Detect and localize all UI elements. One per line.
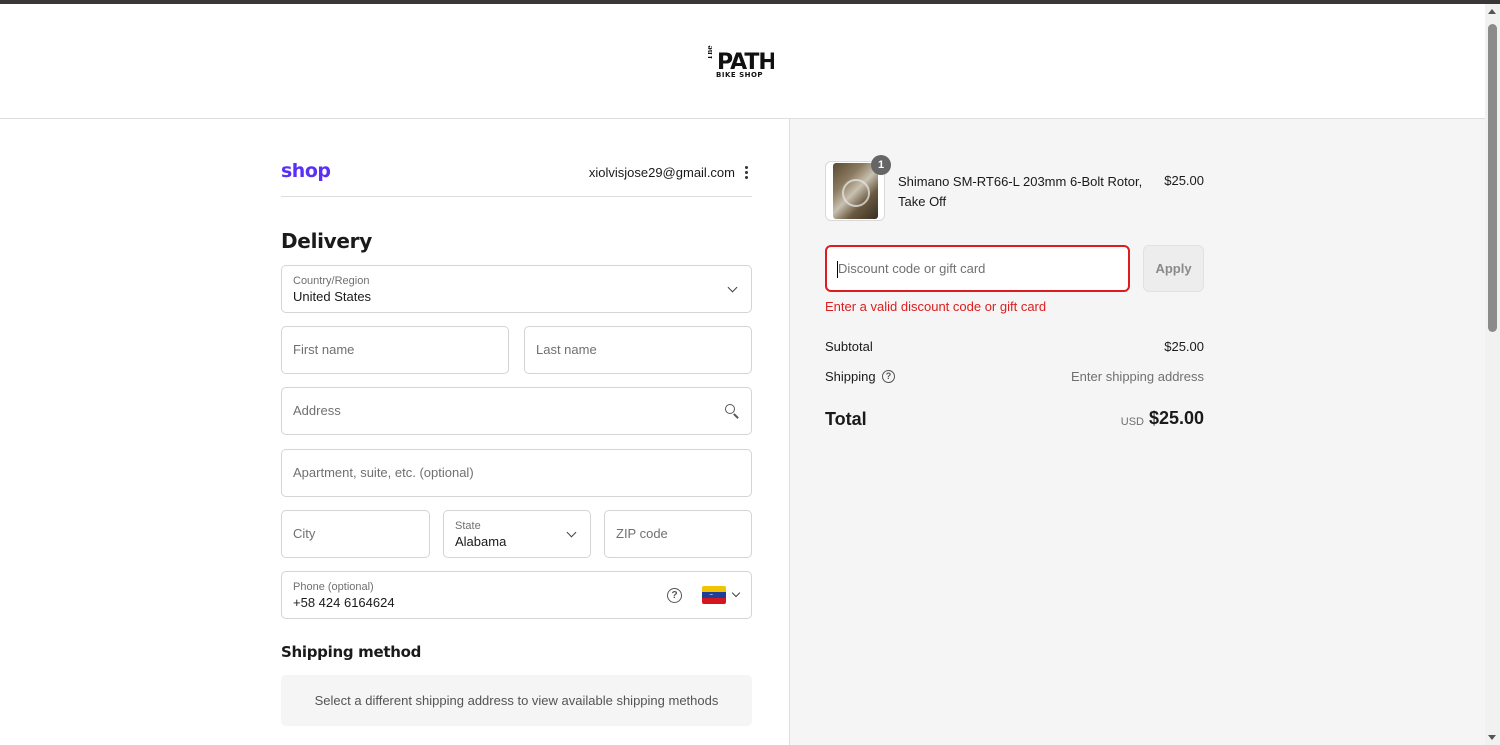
discount-placeholder: Discount code or gift card	[838, 261, 986, 276]
venezuela-flag-icon[interactable]: ·····	[702, 586, 726, 604]
scroll-down-arrow-icon[interactable]	[1488, 735, 1496, 740]
state-label: State	[455, 520, 481, 532]
discount-code-input[interactable]: Discount code or gift card	[825, 245, 1130, 292]
svg-text:BIKE SHOP: BIKE SHOP	[716, 71, 763, 79]
shop-pay-logo: shop	[281, 160, 331, 182]
help-icon[interactable]: ?	[667, 588, 682, 603]
country-value: United States	[293, 289, 372, 304]
text-caret	[837, 261, 838, 278]
discount-error-message: Enter a valid discount code or gift card	[825, 299, 1047, 314]
country-label: Country/Region	[293, 275, 370, 287]
country-code-chevron-icon[interactable]	[731, 588, 741, 598]
quantity-badge: 1	[871, 155, 891, 175]
state-select[interactable]: State Alabama	[443, 510, 591, 558]
svg-text:The: The	[708, 45, 714, 60]
account-email: xiolvisjose29@gmail.com	[588, 165, 735, 180]
chevron-down-icon	[566, 527, 577, 538]
account-divider	[281, 196, 752, 197]
shipping-method-notice: Select a different shipping address to v…	[281, 675, 752, 726]
subtotal-value: $25.00	[1164, 339, 1204, 354]
address-placeholder: Address	[293, 403, 341, 418]
last-name-field[interactable]: Last name	[524, 326, 752, 374]
city-placeholder: City	[293, 526, 316, 541]
first-name-placeholder: First name	[293, 342, 355, 357]
product-name: Shimano SM-RT66-L 203mm 6-Bolt Rotor, Ta…	[898, 174, 1143, 209]
last-name-placeholder: Last name	[536, 342, 597, 357]
zip-code-placeholder: ZIP code	[616, 526, 668, 541]
the-path-bike-shop-logo[interactable]: The PATH BIKE SHOP	[708, 42, 774, 80]
scrollbar-thumb[interactable]	[1488, 24, 1497, 332]
order-summary-panel	[789, 119, 1485, 745]
state-value: Alabama	[455, 534, 507, 549]
total-label: Total	[825, 409, 867, 429]
phone-field[interactable]: Phone (optional) +58 424 6164624 ? ·····	[281, 571, 752, 619]
apartment-placeholder: Apartment, suite, etc. (optional)	[293, 465, 474, 480]
account-menu-icon[interactable]	[741, 166, 751, 182]
shipping-help-icon[interactable]: ?	[882, 370, 895, 383]
phone-label: Phone (optional)	[293, 581, 374, 593]
scroll-up-arrow-icon[interactable]	[1488, 9, 1496, 14]
product-image	[833, 163, 878, 219]
checkout-header: The PATH BIKE SHOP	[0, 4, 1485, 119]
product-price: $25.00	[1164, 173, 1204, 188]
shipping-method-title: Shipping method	[281, 643, 422, 661]
address-field[interactable]: Address	[281, 387, 752, 435]
page-scrollbar[interactable]	[1485, 4, 1500, 745]
shipping-label: Shipping	[825, 369, 876, 384]
phone-value: +58 424 6164624	[293, 595, 395, 610]
city-field[interactable]: City	[281, 510, 430, 558]
apply-discount-button[interactable]: Apply	[1143, 245, 1204, 292]
total-currency: USD	[1120, 416, 1144, 428]
zip-code-field[interactable]: ZIP code	[604, 510, 752, 558]
country-select[interactable]: Country/Region United States	[281, 265, 752, 313]
search-icon	[725, 404, 739, 419]
subtotal-label: Subtotal	[825, 339, 873, 354]
apartment-field[interactable]: Apartment, suite, etc. (optional)	[281, 449, 752, 497]
chevron-down-icon	[727, 282, 738, 293]
delivery-title: Delivery	[281, 229, 372, 253]
shipping-value: Enter shipping address	[1071, 369, 1204, 384]
total-value: $25.00	[1148, 408, 1204, 428]
first-name-field[interactable]: First name	[281, 326, 509, 374]
